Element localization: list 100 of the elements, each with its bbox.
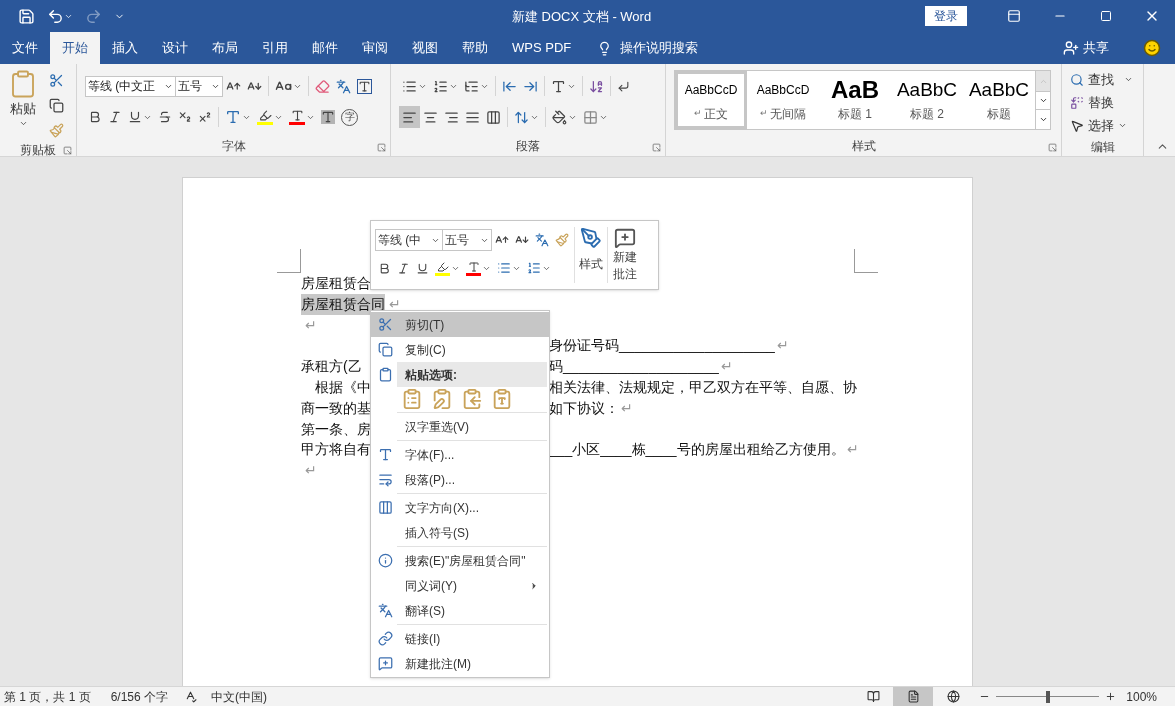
style-item[interactable]: AaB 标题 1 (819, 71, 891, 129)
menu-item[interactable]: 搜索(E)"房屋租赁合同" (397, 548, 547, 573)
smiley-icon[interactable] (1143, 39, 1161, 57)
zoom-slider[interactable] (996, 690, 1100, 703)
style-item[interactable]: AaBbC 标题 (963, 71, 1035, 129)
paragraph-mark-icon (617, 79, 630, 93)
zoom-level[interactable]: 100% (1126, 687, 1157, 706)
ribbon-tab[interactable]: 视图 (400, 32, 450, 64)
ribbon-tab[interactable]: 审阅 (350, 32, 400, 64)
sign-in-button[interactable]: 登录 (925, 6, 967, 26)
superscript-icon (198, 110, 212, 124)
print-layout-button[interactable] (893, 686, 934, 706)
styles-button[interactable]: 样式 (575, 221, 607, 289)
undo-icon[interactable] (47, 7, 64, 25)
ribbon-tab[interactable]: 插入 (100, 32, 150, 64)
menu-item[interactable]: 字体(F)... (397, 442, 547, 467)
font-size-field[interactable]: 五号 (176, 75, 223, 97)
font-color-icon (290, 109, 304, 122)
paintbrush-icon (49, 122, 64, 138)
font-name-field[interactable]: 等线 (中文正 (85, 75, 176, 97)
style-item[interactable]: AaBbC 标题 2 (891, 71, 963, 129)
user-icon (1063, 40, 1079, 56)
paragraph-mark: ↵ (305, 315, 317, 335)
ribbon-tab[interactable]: 布局 (200, 32, 250, 64)
group-label: 编辑 (1090, 138, 1115, 156)
copy-icon (377, 342, 393, 357)
font-icon (377, 447, 393, 462)
numbering-icon (527, 261, 541, 275)
bordered-a-icon (357, 78, 372, 94)
font-name-field[interactable]: 等线 (中 (375, 229, 443, 251)
style-item[interactable]: AaBbCcD ↵ 无间隔 (747, 71, 819, 129)
dialog-launcher-icon[interactable] (652, 143, 661, 152)
ribbon-tab[interactable]: 设计 (150, 32, 200, 64)
dialog-launcher-icon[interactable] (377, 143, 386, 152)
ribbon-tab[interactable]: WPS PDF (500, 32, 584, 64)
font-color-icon (467, 260, 480, 273)
borders-icon (583, 109, 598, 125)
group-label: 剪贴板 (20, 142, 56, 159)
menu-item[interactable]: 插入符号(S) (397, 520, 547, 545)
replace-icon (1070, 95, 1084, 110)
style-item[interactable]: AaBbCcD ↵ 正文 (675, 71, 747, 129)
ribbon-tab[interactable]: 引用 (250, 32, 300, 64)
share-button[interactable]: 共享 (1063, 38, 1109, 58)
underline-icon (416, 261, 429, 275)
caret-icon (1124, 75, 1133, 84)
menu-item[interactable]: 链接(I) (397, 626, 547, 651)
zoom-in-icon[interactable] (1105, 691, 1117, 702)
paste-button[interactable]: 粘贴 (6, 69, 40, 141)
strikethrough-icon (158, 110, 172, 124)
menu-item[interactable]: 新建批注(M) (397, 651, 547, 676)
translate-icon (377, 603, 393, 618)
document-text: 相关法律、法规规定，甲乙双方在平等、自愿、协 (549, 378, 857, 397)
highlighter-icon (258, 109, 272, 122)
phonetic-icon (336, 78, 351, 94)
text-effects-icon (225, 109, 241, 125)
menu-item[interactable]: 段落(P)... (397, 467, 547, 492)
line-spacing-icon (514, 109, 529, 125)
paragraph-mark: ↵ (621, 398, 633, 418)
menu-item[interactable]: 文字方向(X)... (397, 495, 547, 520)
multilevel-list-icon (464, 78, 479, 94)
ribbon-tab[interactable]: 帮助 (450, 32, 500, 64)
document-text: 根据《中 (314, 378, 371, 397)
crop-mark (277, 249, 301, 273)
eraser-icon (315, 78, 330, 94)
document-text: 甲方将自有 (301, 440, 371, 460)
new-comment-button[interactable]: 新建批注 (608, 221, 642, 289)
paragraph-mark: ↵ (305, 461, 317, 481)
save-icon[interactable] (18, 7, 35, 25)
submenu-arrow-icon (529, 580, 539, 591)
ribbon-tab[interactable]: 邮件 (300, 32, 350, 64)
font-size-field[interactable]: 五号 (443, 229, 492, 251)
menu-item[interactable]: 汉字重选(V) (397, 414, 547, 439)
copy-icon (49, 97, 64, 113)
page-count[interactable]: 第 1 页，共 1 页 (4, 687, 91, 706)
view-icon (946, 690, 960, 703)
menu-item[interactable]: 复制(C) (397, 337, 547, 362)
dialog-launcher-icon[interactable] (63, 146, 72, 155)
ribbon-tab[interactable]: 文件 (0, 32, 50, 64)
view-icon (906, 690, 920, 703)
tell-me-search[interactable]: 操作说明搜索 (597, 32, 699, 64)
bold-icon (88, 110, 102, 124)
word-count[interactable]: 6/156 个字 (110, 687, 169, 706)
document-text: 如下协议： (549, 398, 619, 418)
ribbon-tab[interactable]: 开始 (50, 32, 100, 64)
group-label: 样式 (851, 138, 876, 155)
styles-icon (580, 227, 602, 249)
proofing-icon[interactable] (184, 690, 198, 703)
text-direction-icon (377, 500, 393, 515)
zoom-thumb[interactable] (1045, 690, 1050, 703)
select-button[interactable]: 选择 (1070, 114, 1143, 137)
menu-item[interactable]: 翻译(S) (397, 598, 547, 623)
paintbrush-icon (555, 233, 569, 247)
ribbon-display-icon (1007, 9, 1021, 23)
find-button[interactable]: 查找 (1070, 68, 1143, 91)
language-status[interactable]: 中文(中国) (211, 687, 268, 706)
menu-item[interactable]: 同义词(Y) (397, 573, 547, 598)
paragraph-mark: ↵ (776, 336, 789, 356)
dialog-launcher-icon[interactable] (1048, 143, 1057, 152)
replace-button[interactable]: 替换 (1070, 91, 1143, 114)
subscript-icon (178, 110, 192, 124)
